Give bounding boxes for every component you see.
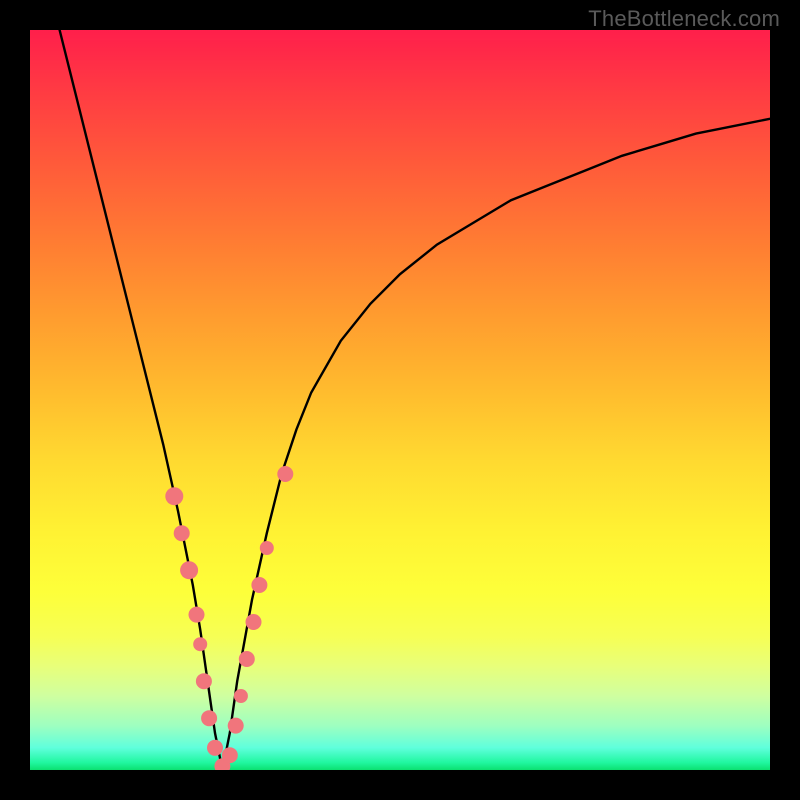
sample-point <box>165 487 183 505</box>
sample-point <box>189 607 205 623</box>
chart-frame: TheBottleneck.com <box>0 0 800 800</box>
sample-points <box>165 466 293 770</box>
sample-point <box>196 673 212 689</box>
sample-point <box>277 466 293 482</box>
sample-point <box>174 525 190 541</box>
sample-point <box>234 689 248 703</box>
sample-point <box>193 637 207 651</box>
sample-point <box>180 561 198 579</box>
sample-point <box>228 718 244 734</box>
sample-point <box>246 614 262 630</box>
curve-svg <box>30 30 770 770</box>
sample-point <box>222 747 238 763</box>
sample-point <box>251 577 267 593</box>
sample-point <box>239 651 255 667</box>
plot-area <box>30 30 770 770</box>
sample-point <box>207 740 223 756</box>
watermark-text: TheBottleneck.com <box>588 6 780 32</box>
sample-point <box>201 710 217 726</box>
bottleneck-curve <box>60 30 770 770</box>
sample-point <box>260 541 274 555</box>
